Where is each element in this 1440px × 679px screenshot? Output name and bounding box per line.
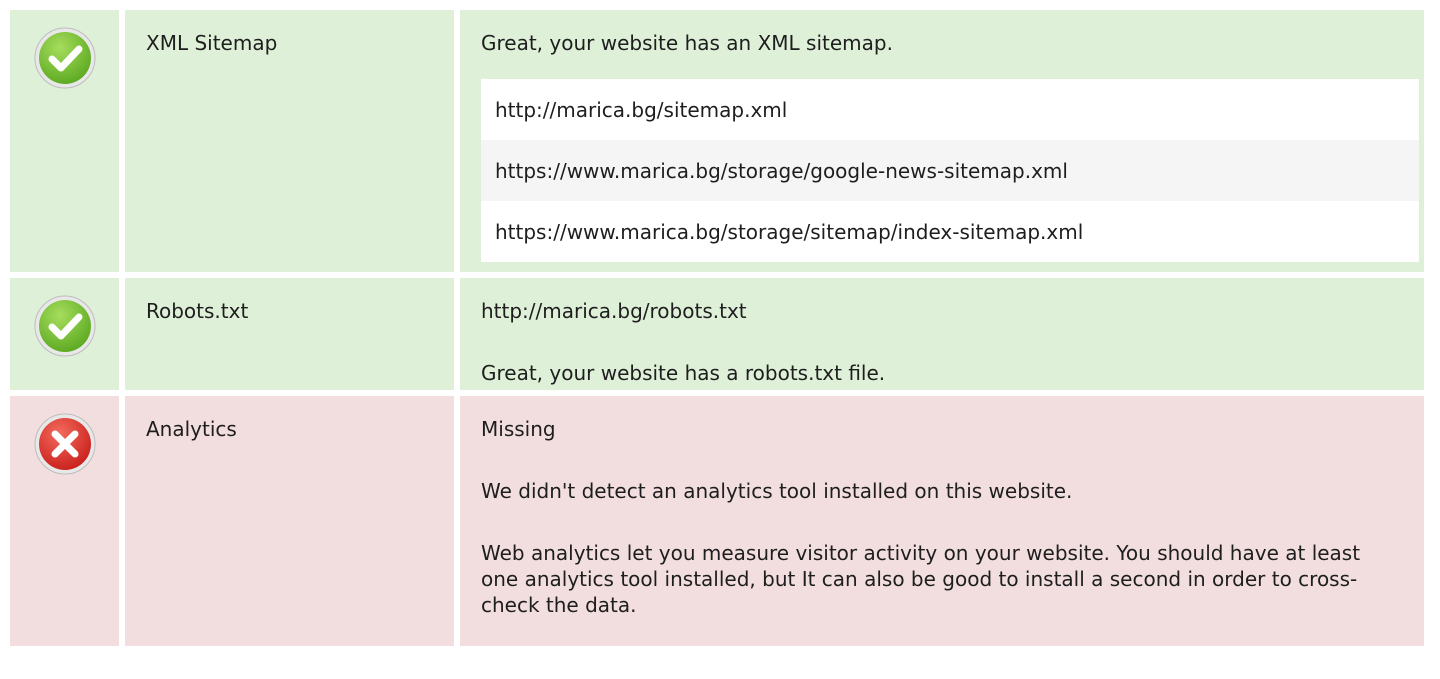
sitemap-url-item: https://www.marica.bg/storage/sitemap/in… bbox=[495, 219, 1084, 244]
check-summary: Great, your website has a robots.txt fil… bbox=[481, 361, 886, 385]
status-cell bbox=[10, 278, 119, 390]
check-circle-icon bbox=[34, 295, 95, 357]
sitemap-url-item: https://www.marica.bg/storage/google-new… bbox=[481, 140, 1419, 201]
check-content: http://marica.bg/robots.txt Great, your … bbox=[460, 278, 1424, 390]
sitemap-url-item: http://marica.bg/sitemap.xml bbox=[495, 97, 788, 122]
status-cell bbox=[10, 10, 119, 272]
seo-report: XML Sitemap Great, your website has an X… bbox=[10, 10, 1430, 646]
check-label: XML Sitemap bbox=[125, 10, 454, 272]
check-label: Analytics bbox=[125, 396, 454, 646]
check-detail: We didn't detect an analytics tool insta… bbox=[481, 479, 1073, 503]
check-state: Missing bbox=[481, 417, 556, 441]
status-cell bbox=[10, 396, 119, 646]
cross-circle-icon bbox=[34, 413, 95, 475]
check-row-robots-txt: Robots.txt http://marica.bg/robots.txt G… bbox=[10, 278, 1430, 390]
check-row-xml-sitemap: XML Sitemap Great, your website has an X… bbox=[10, 10, 1430, 272]
sitemap-url-list: http://marica.bg/sitemap.xml https://www… bbox=[481, 79, 1419, 262]
check-content: Missing We didn't detect an analytics to… bbox=[460, 396, 1424, 646]
check-row-analytics: Analytics Missing We didn't detect an an… bbox=[10, 396, 1430, 646]
check-label: Robots.txt bbox=[125, 278, 454, 390]
robots-url: http://marica.bg/robots.txt bbox=[481, 299, 747, 323]
check-content: Great, your website has an XML sitemap. … bbox=[460, 10, 1424, 272]
check-circle-icon bbox=[34, 27, 95, 89]
check-advice: Web analytics let you measure visitor ac… bbox=[481, 541, 1361, 617]
check-summary: Great, your website has an XML sitemap. bbox=[481, 31, 893, 55]
